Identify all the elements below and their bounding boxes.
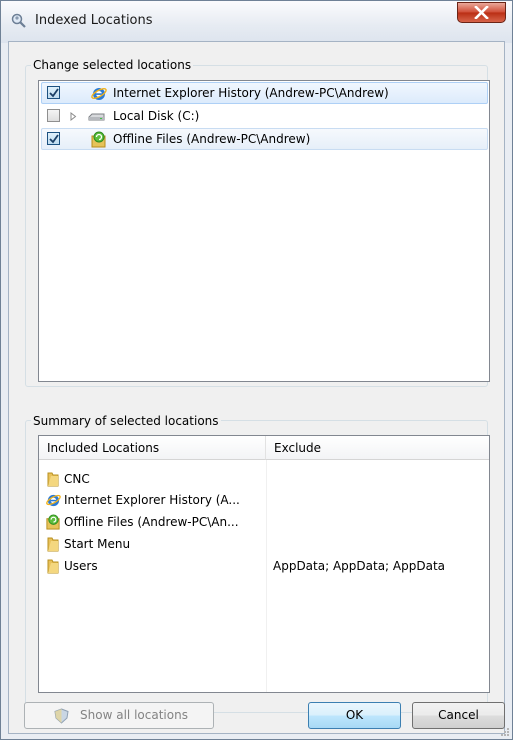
ok-label: OK [345, 708, 364, 722]
offline-files-checkbox[interactable] [47, 132, 60, 145]
tree-item-label: Local Disk (C:) [113, 109, 200, 123]
summary-list[interactable]: Included Locations Exclude CNC Internet … [38, 435, 490, 693]
ok-button[interactable]: OK [308, 702, 401, 729]
check-icon [49, 134, 59, 144]
tree-item-local-disk[interactable]: Local Disk (C:) [41, 105, 488, 127]
cancel-label: Cancel [438, 708, 479, 722]
summary-location-label: CNC [64, 472, 90, 486]
folder-icon [47, 559, 59, 574]
search-people-icon [11, 13, 26, 28]
summary-location-label: Users [64, 559, 98, 573]
summary-row: Internet Explorer History (A... [39, 490, 489, 511]
uac-shield-icon [54, 708, 69, 724]
indexed-locations-window: Indexed Locations Change selected locati… [0, 0, 513, 740]
summary-exclude-label: AppData; AppData; AppData [273, 559, 446, 573]
tree-item-label: Internet Explorer History (Andrew-PC\And… [113, 86, 389, 100]
folder-icon [47, 537, 59, 552]
ie-icon [91, 88, 107, 100]
offline-files-icon [91, 131, 106, 148]
expand-arrow-icon[interactable] [70, 112, 77, 121]
window-title: Indexed Locations [35, 13, 153, 28]
ie-history-checkbox[interactable] [47, 86, 60, 99]
change-locations-label: Change selected locations [31, 58, 194, 72]
summary-label: Summary of selected locations [31, 414, 221, 428]
summary-location-label: Internet Explorer History (A... [64, 493, 240, 507]
close-button[interactable] [457, 2, 506, 23]
summary-location-label: Offline Files (Andrew-PC\An... [64, 515, 239, 529]
local-disk-checkbox[interactable] [47, 109, 60, 122]
summary-location-label: Start Menu [64, 537, 131, 551]
tree-item-ie-history[interactable]: Internet Explorer History (Andrew-PC\And… [41, 82, 488, 104]
ie-icon [46, 494, 61, 507]
check-icon [49, 88, 59, 98]
cancel-button[interactable]: Cancel [412, 702, 505, 729]
column-header-label: Exclude [274, 441, 322, 455]
summary-row: Start Menu [39, 534, 489, 555]
column-header-exclude[interactable]: Exclude [266, 436, 489, 460]
resize-grip-icon[interactable] [500, 727, 510, 737]
summary-row: CNC [39, 469, 489, 490]
tree-item-label: Offline Files (Andrew-PC\Andrew) [113, 132, 311, 146]
tree-item-offline-files[interactable]: Offline Files (Andrew-PC\Andrew) [41, 128, 488, 150]
dialog-client-area: Change selected locations Internet Explo… [8, 41, 505, 734]
summary-row: Offline Files (Andrew-PC\An... [39, 512, 489, 533]
column-header-included[interactable]: Included Locations [39, 436, 266, 460]
show-all-label: Show all locations [80, 708, 188, 722]
drive-icon [88, 113, 105, 121]
summary-row: Users AppData; AppData; AppData [39, 556, 489, 577]
locations-tree[interactable]: Internet Explorer History (Andrew-PC\And… [38, 80, 490, 382]
folder-icon [47, 472, 59, 487]
close-icon [474, 6, 489, 19]
show-all-locations-button[interactable]: Show all locations [24, 702, 214, 729]
column-header-label: Included Locations [47, 441, 160, 455]
offline-files-icon [46, 514, 60, 530]
title-bar[interactable]: Indexed Locations [1, 1, 512, 43]
